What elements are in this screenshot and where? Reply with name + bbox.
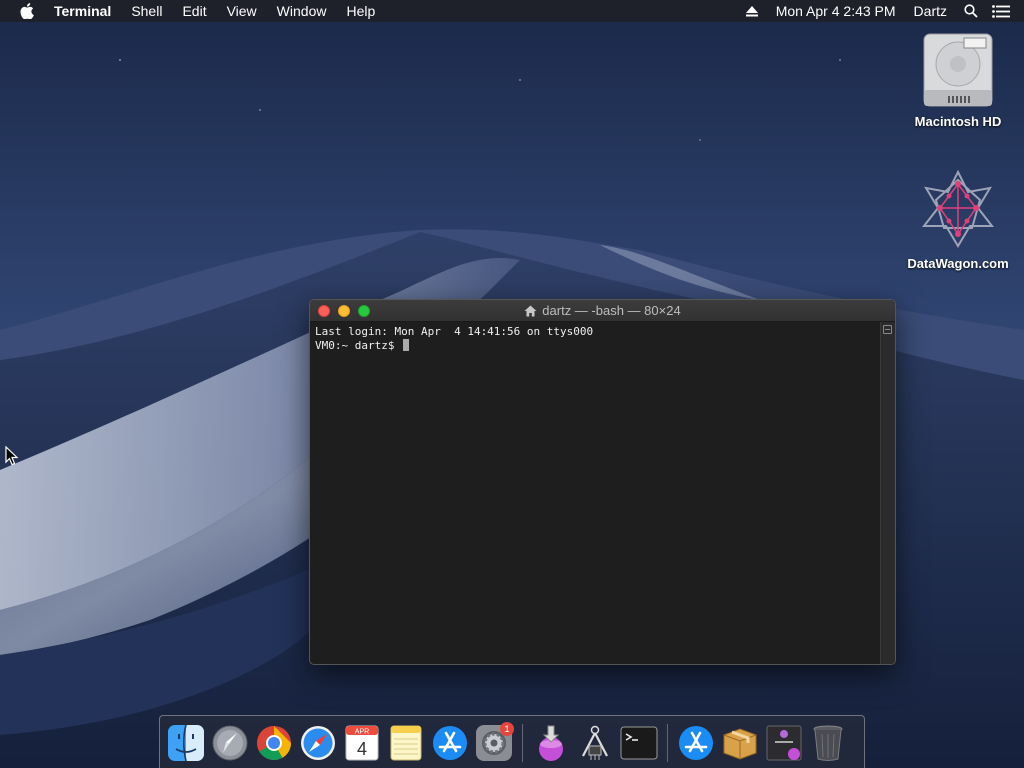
app-store-icon [433,726,467,760]
spotlight-search-icon[interactable] [956,0,986,22]
menu-bar: Terminal Shell Edit View Window Help Mon… [0,0,1024,22]
terminal-output[interactable]: Last login: Mon Apr 4 14:41:56 on ttys00… [310,322,880,664]
hard-drive-icon [923,33,993,107]
package-icon [723,728,757,760]
chrome-icon [257,726,291,760]
menu-user[interactable]: Dartz [905,0,956,22]
dock-chrome[interactable] [252,721,296,765]
desktop-icon-macintosh-hd[interactable]: Macintosh HD [898,30,1018,129]
dock-package[interactable] [718,721,762,765]
dock-finder[interactable] [164,721,208,765]
menu-clock[interactable]: Mon Apr 4 2:43 PM [767,0,905,22]
minimize-button[interactable] [338,305,350,317]
notification-center-icon[interactable] [986,0,1016,22]
menu-window[interactable]: Window [267,0,337,22]
notes-icon [390,725,422,761]
dock-terminal[interactable] [617,721,661,765]
close-button[interactable] [318,305,330,317]
zoom-button[interactable] [358,305,370,317]
calendar-icon: APR 4 [345,725,379,761]
menu-shell[interactable]: Shell [121,0,172,22]
dock: APR 4 1 [159,715,865,768]
desktop-icon-label: Macintosh HD [914,114,1002,129]
home-folder-icon [524,305,537,316]
desktop-icon-datawagon[interactable]: DataWagon.com [898,166,1018,271]
desktop-icon-label: DataWagon.com [907,256,1009,271]
dock-app-store[interactable] [428,721,472,765]
safari-icon [301,726,335,760]
app-installer-icon [766,725,802,761]
notification-badge: 1 [500,722,514,736]
trash-icon [813,725,843,761]
dock-trash[interactable] [806,721,850,765]
dock-app-installer[interactable] [762,721,806,765]
finder-icon [168,724,204,762]
dock-installer[interactable] [529,721,573,765]
dock-separator [667,724,668,762]
installer-icon [539,725,563,761]
terminal-icon [620,726,658,760]
terminal-titlebar[interactable]: dartz — -bash — 80×24 [310,300,895,322]
dock-safari[interactable] [296,721,340,765]
utility-tool-icon [582,725,608,760]
dock-separator [522,724,523,762]
launchpad-icon [212,725,248,761]
split-pane-icon[interactable] [883,325,892,334]
calendar-day: 4 [357,739,367,759]
menu-view[interactable]: View [217,0,267,22]
window-title: dartz — -bash — 80×24 [542,303,681,318]
dock-system-preferences[interactable]: 1 [472,721,516,765]
dock-calendar[interactable]: APR 4 [340,721,384,765]
dock-notes[interactable] [384,721,428,765]
dock-app-store-2[interactable] [674,721,718,765]
terminal-prompt-line: VM0:~ dartz$ [315,339,875,353]
app-store-icon-2 [679,726,713,760]
dock-launchpad[interactable] [208,721,252,765]
eject-icon[interactable] [737,0,767,22]
terminal-scrollbar[interactable] [880,322,895,664]
mouse-pointer-icon [5,446,19,466]
menu-edit[interactable]: Edit [172,0,216,22]
apple-logo-icon[interactable] [0,0,54,22]
terminal-window[interactable]: dartz — -bash — 80×24 Last login: Mon Ap… [309,299,896,665]
text-cursor [403,339,410,351]
dock-utility-tool[interactable] [573,721,617,765]
menu-help[interactable]: Help [336,0,385,22]
menu-app-name[interactable]: Terminal [54,0,121,22]
calendar-month: APR [355,729,369,736]
terminal-line: Last login: Mon Apr 4 14:41:56 on ttys00… [315,325,594,338]
terminal-prompt: VM0:~ dartz$ [315,339,402,352]
datawagon-logo-icon [921,169,995,248]
